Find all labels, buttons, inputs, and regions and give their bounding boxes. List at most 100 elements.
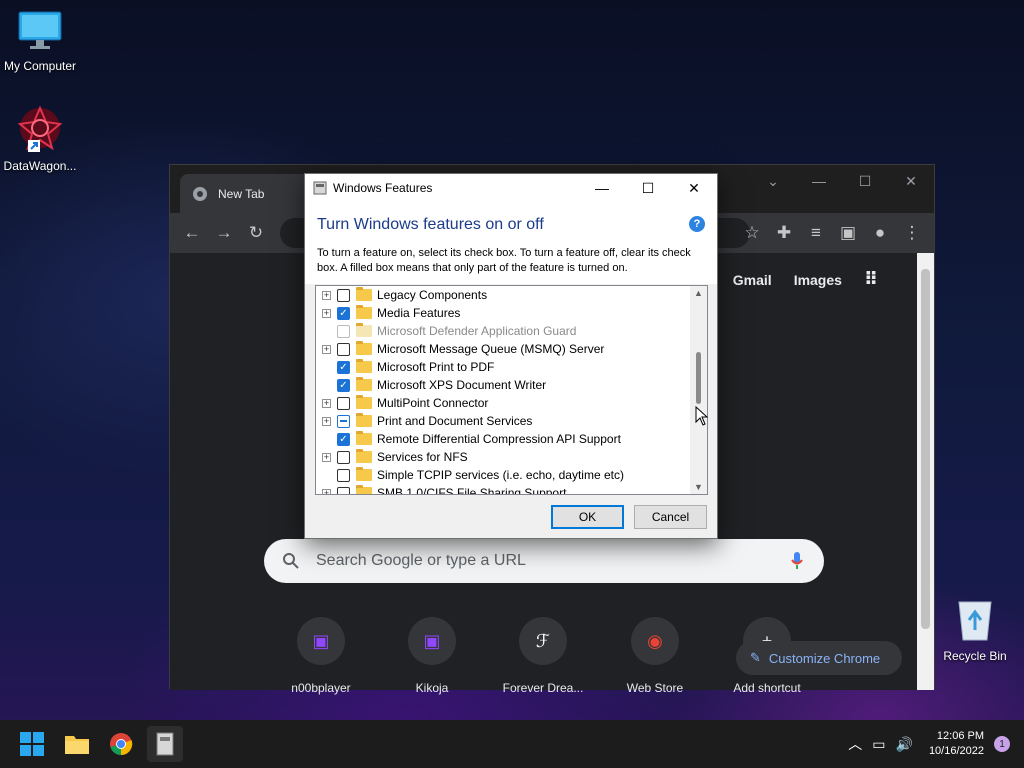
customize-label: Customize Chrome <box>768 650 881 666</box>
menu-icon[interactable]: ⋮ <box>896 217 928 249</box>
desktop-icon-recycle-bin[interactable]: Recycle Bin <box>935 598 1015 663</box>
features-tree[interactable]: + Legacy Components + ✓ Media Features Micros… <box>315 285 708 495</box>
feature-row[interactable]: + MultiPoint Connector <box>316 394 707 412</box>
feature-row[interactable]: + Microsoft Message Queue (MSMQ) Server <box>316 340 707 358</box>
notification-badge[interactable]: 1 <box>994 736 1010 752</box>
feature-row[interactable]: + ✓ Media Features <box>316 304 707 322</box>
chrome-taskbar-button[interactable] <box>105 728 137 760</box>
chevron-up-icon[interactable]: ︿ <box>848 734 862 754</box>
desktop-icon-label: DataWagon... <box>3 159 77 173</box>
shortcut-tile[interactable]: ◉ Web Store <box>600 617 710 695</box>
shortcut-label: Kikoja <box>415 681 449 695</box>
feature-checkbox[interactable] <box>337 396 350 410</box>
feature-label: Media Features <box>377 306 461 320</box>
feature-label: Simple TCPIP services (i.e. echo, daytim… <box>377 468 624 482</box>
taskbar: ︿ ▭ 🔊 12:06 PM 10/16/2022 1 <box>0 720 1024 768</box>
shortcut-tile[interactable]: ▣ Kikoja <box>377 617 487 695</box>
desktop-icon-my-computer[interactable]: My Computer <box>0 10 80 73</box>
feature-row[interactable]: Simple TCPIP services (i.e. echo, daytim… <box>316 466 707 484</box>
feature-checkbox[interactable]: ✓ <box>337 378 350 392</box>
feature-row[interactable]: ✓ Microsoft XPS Document Writer <box>316 376 707 394</box>
media-icon[interactable]: ≡ <box>800 217 832 249</box>
file-explorer-button[interactable] <box>61 728 93 760</box>
feature-checkbox[interactable] <box>337 450 350 464</box>
start-button[interactable] <box>16 728 48 760</box>
gmail-link[interactable]: Gmail <box>733 272 772 288</box>
side-panel-icon[interactable]: ▣ <box>832 217 864 249</box>
pencil-icon: ✎ <box>750 650 761 665</box>
features-app-icon <box>313 181 327 195</box>
shortcut-tile[interactable]: ▣ n00bplayer <box>266 617 376 695</box>
windows-features-taskbar-button[interactable] <box>147 726 183 762</box>
maximize-icon[interactable]: ☐ <box>842 165 888 197</box>
feature-label: MultiPoint Connector <box>377 396 489 410</box>
scroll-down-icon[interactable]: ▼ <box>694 482 703 492</box>
volume-icon[interactable]: 🔊 <box>896 736 913 753</box>
close-icon[interactable]: ✕ <box>888 165 934 197</box>
cancel-button[interactable]: Cancel <box>634 505 707 529</box>
ok-button[interactable]: OK <box>551 505 624 529</box>
search-icon <box>283 553 299 569</box>
expand-icon[interactable]: + <box>322 416 331 426</box>
desktop-icon-datawagon[interactable]: DataWagon... <box>0 104 80 173</box>
extensions-icon[interactable]: ✚ <box>768 217 800 249</box>
feature-row[interactable]: + Legacy Components <box>316 286 707 304</box>
close-icon[interactable]: ✕ <box>671 174 717 202</box>
feature-label: SMB 1.0/CIFS File Sharing Support <box>377 486 567 495</box>
monitor-icon <box>18 11 62 49</box>
feature-row[interactable]: + Print and Document Services <box>316 412 707 430</box>
features-app-icon <box>156 732 174 756</box>
shortcut-label: Forever Drea... <box>502 681 584 695</box>
shortcut-tile[interactable]: ℱ Forever Drea... <box>488 617 598 695</box>
back-icon[interactable]: ← <box>176 217 208 249</box>
time: 12:06 PM <box>936 730 984 742</box>
minimize-icon[interactable]: — <box>796 165 842 197</box>
feature-row[interactable]: ✓ Microsoft Print to PDF <box>316 358 707 376</box>
feature-label: Remote Differential Compression API Supp… <box>377 432 621 446</box>
windows-logo-icon <box>20 732 44 756</box>
feature-row[interactable]: + SMB 1.0/CIFS File Sharing Support <box>316 484 707 495</box>
shortcut-label: Web Store <box>626 681 684 695</box>
expand-icon[interactable]: + <box>322 344 331 354</box>
forward-icon[interactable]: → <box>208 217 240 249</box>
help-icon[interactable]: ? <box>689 216 705 232</box>
feature-row[interactable]: + Services for NFS <box>316 448 707 466</box>
maximize-icon[interactable]: ☐ <box>625 174 671 202</box>
tab-search-icon[interactable]: ⌄ <box>750 165 796 197</box>
network-icon[interactable]: ▭ <box>872 736 885 753</box>
search-box[interactable]: Search Google or type a URL <box>264 539 824 583</box>
expand-icon[interactable]: + <box>322 452 331 462</box>
feature-checkbox[interactable] <box>337 342 350 356</box>
images-link[interactable]: Images <box>794 272 842 288</box>
feature-checkbox[interactable]: ✓ <box>337 360 350 374</box>
feature-checkbox[interactable] <box>337 486 350 494</box>
reload-icon[interactable]: ↻ <box>240 217 272 249</box>
folder-icon <box>356 431 372 445</box>
expand-icon[interactable]: + <box>322 308 331 318</box>
feature-checkbox[interactable] <box>337 288 350 302</box>
customize-chrome-button[interactable]: ✎ Customize Chrome <box>736 641 902 675</box>
minimize-icon[interactable]: — <box>579 174 625 202</box>
feature-row[interactable]: Microsoft Defender Application Guard <box>316 322 707 340</box>
mouse-cursor-icon <box>695 406 709 426</box>
expand-icon[interactable]: + <box>322 398 331 408</box>
apps-grid-icon[interactable]: ⠿ <box>864 269 878 290</box>
expand-icon[interactable]: + <box>322 290 331 300</box>
scroll-up-icon[interactable]: ▲ <box>694 288 703 298</box>
folder-icon <box>356 323 372 337</box>
mic-icon[interactable] <box>790 551 804 571</box>
tree-scrollbar[interactable]: ▲ ▼ <box>690 286 707 494</box>
profile-icon[interactable]: ● <box>864 217 896 249</box>
expand-icon[interactable]: + <box>322 488 331 494</box>
folder-icon <box>356 377 372 391</box>
feature-checkbox[interactable]: ✓ <box>337 306 350 320</box>
page-scrollbar[interactable] <box>917 253 934 690</box>
star-icon[interactable]: ☆ <box>736 217 768 249</box>
feature-checkbox[interactable] <box>337 414 350 428</box>
feature-checkbox[interactable]: ✓ <box>337 432 350 446</box>
clock[interactable]: 12:06 PM 10/16/2022 <box>929 729 984 759</box>
scrollbar-thumb[interactable] <box>696 352 701 404</box>
feature-checkbox[interactable] <box>337 468 350 482</box>
feature-row[interactable]: ✓ Remote Differential Compression API Sup… <box>316 430 707 448</box>
scrollbar-thumb[interactable] <box>921 269 930 629</box>
